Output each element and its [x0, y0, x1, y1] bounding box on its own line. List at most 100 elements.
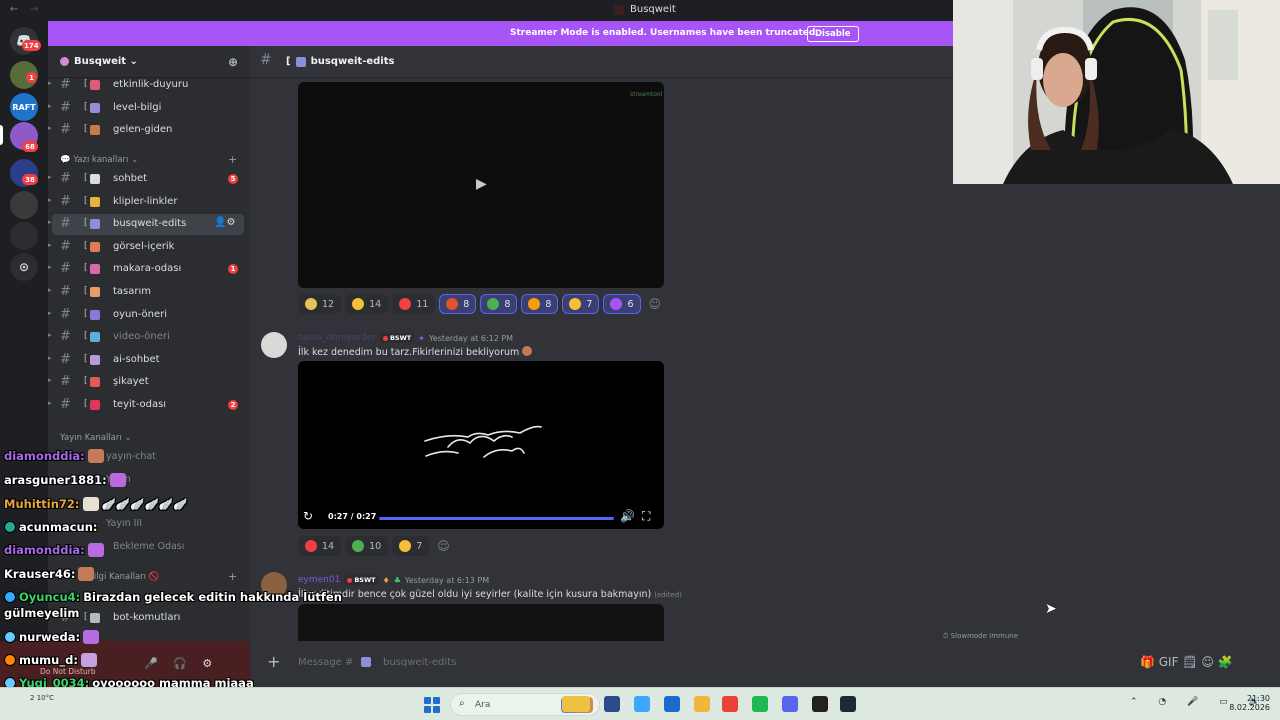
chat-text: 🪽🪽🪽🪽🪽🪽 [101, 497, 188, 511]
reaction-chip[interactable]: 10 [345, 536, 389, 556]
replay-icon[interactable]: ↻ [303, 509, 313, 523]
server-icon-steam[interactable] [10, 191, 38, 219]
volume-icon[interactable]: 🔊 [620, 509, 635, 523]
taskbar-app-icon[interactable] [752, 696, 768, 712]
message-meta: eymen01 BSWT ♦ ♣ Yesterday at 6:13 PM [298, 575, 489, 585]
chat-username: Muhittin72: [4, 497, 80, 511]
category-other-channels[interactable]: Bilgi Kanalları 🚫 + [88, 570, 237, 583]
play-icon[interactable]: ▶ [476, 176, 487, 192]
collapse-arrow-icon: ▸ [48, 376, 52, 385]
channel-emoji-icon [90, 309, 100, 320]
channel-item[interactable]: ▸ #[busqweit-edits 👤⚙ [48, 214, 244, 236]
channel-item[interactable]: ▸ #[klipler-linkler [48, 192, 250, 213]
message-input[interactable]: Message # [298, 657, 353, 668]
windows-start-icon[interactable] [424, 697, 440, 713]
voice-controls[interactable]: 🎤 🎧 ⚙ [144, 657, 218, 670]
channel-item[interactable]: ▸ #[makara-odası 1 [48, 259, 250, 280]
channel-emoji-icon [295, 56, 306, 67]
hash-icon: # [60, 329, 71, 345]
reaction-chip[interactable]: 8 [480, 294, 518, 314]
discover-icon[interactable]: ⊙ [10, 253, 38, 281]
channel-item[interactable]: ▸ #[oyun-öneri [48, 305, 250, 326]
channel-item[interactable]: ▸ #[görsel-içerik [48, 237, 250, 258]
taskbar-app-icon[interactable] [722, 696, 738, 712]
reaction-chip[interactable]: 11 [392, 294, 436, 314]
reaction-chip[interactable]: 6 [603, 294, 641, 314]
voice-channel[interactable]: Yayın III [106, 518, 142, 529]
server-icon [614, 4, 624, 15]
taskbar-app-icon[interactable] [634, 696, 650, 712]
stream-chat-message: arasguner1881: [4, 473, 126, 487]
banner-text: Streamer Mode is enabled. Usernames have… [510, 28, 819, 38]
unread-badge: 2 [228, 400, 238, 410]
chat-username: Oyuncu4: [19, 590, 81, 604]
reaction-count: 14 [369, 298, 382, 310]
voice-channel[interactable]: Bekleme Odası [113, 541, 184, 552]
chat-username: arasguner1881: [4, 473, 107, 487]
video-progress-bar[interactable] [379, 517, 614, 520]
add-channel-icon[interactable]: + [228, 570, 237, 583]
taskbar-app-icon[interactable] [604, 696, 620, 712]
channel-item[interactable]: ▸ #[ai-sohbet [48, 350, 250, 371]
reaction-chip[interactable]: 14 [345, 294, 389, 314]
reaction-chip[interactable]: 8 [439, 294, 477, 314]
channel-item[interactable]: ▸ #[tasarım [48, 282, 250, 303]
video-embed[interactable] [298, 604, 664, 641]
stream-chat-message: diamonddia: [4, 543, 104, 557]
reaction-chip[interactable]: 7 [562, 294, 600, 314]
reaction-chip[interactable]: 12 [298, 294, 342, 314]
channel-item[interactable]: ▸ #[şikayet [48, 372, 250, 393]
attach-plus-icon[interactable]: + [267, 652, 280, 671]
collapse-arrow-icon: ▸ [48, 399, 52, 407]
voice-channel[interactable]: yayın-chat [106, 451, 156, 462]
category-text-channels[interactable]: 💬 Yazı kanalları ⌄ + [60, 153, 237, 166]
stream-chat-message: Krauser46: [4, 567, 95, 581]
taskbar-app-icon[interactable] [782, 696, 798, 712]
user-status: Do Not Disturb [40, 667, 96, 676]
reaction-emoji-icon [569, 298, 582, 310]
weather-widget[interactable]: 2 10°C [30, 694, 54, 702]
channel-item[interactable]: ▸ #[video-öneri [48, 327, 250, 348]
channel-item[interactable]: ▸ #[sohbet 5 [48, 169, 250, 190]
back-arrow-icon[interactable]: ← [10, 4, 18, 15]
channel-item[interactable]: ▸ #[teyit-odası 2 [48, 395, 250, 416]
username[interactable]: eymen01 [298, 575, 340, 585]
forward-arrow-icon[interactable]: → [30, 4, 38, 15]
clock[interactable]: 21:30 8.02.2026 [1228, 694, 1270, 712]
chat-username: nurweda: [19, 630, 81, 644]
reaction-chip[interactable]: 8 [521, 294, 559, 314]
selected-indicator [0, 125, 3, 145]
reaction-chip[interactable]: 7 [392, 536, 430, 556]
video-player[interactable]: ↻ 0:27 / 0:27 🔊 ⛶ [298, 361, 664, 529]
reaction-emoji-icon [352, 540, 365, 552]
raft-server-icon[interactable]: RAFT [10, 93, 38, 121]
fullscreen-icon[interactable]: ⛶ [642, 509, 650, 524]
add-reaction-icon[interactable]: ☺ [645, 294, 666, 314]
server-icon-grey[interactable] [10, 222, 38, 250]
composer-tools[interactable]: 🎁 GIF 🗒 ☺ 🧩 [1140, 655, 1233, 669]
category-voice-channels[interactable]: Yayın Kanalları ⌄ [60, 433, 132, 443]
taskbar-app-icon[interactable] [694, 696, 710, 712]
disable-button[interactable]: Disable [807, 26, 859, 42]
taskbar-app-icon[interactable] [812, 696, 828, 712]
taskbar-app-icon[interactable] [562, 696, 590, 712]
add-channel-icon[interactable]: + [228, 153, 237, 166]
channel-item[interactable]: ▸ #[level-bilgi [48, 98, 250, 119]
taskbar-app-icon[interactable] [664, 696, 680, 712]
channel-item[interactable]: ▸ #[etkinlik-duyuru [48, 75, 250, 96]
server-header[interactable]: Busqweit ⌄ ⊕ [48, 46, 250, 78]
message-input-channel[interactable]: busqweit-edits [383, 657, 456, 668]
collapse-arrow-icon: ▸ [48, 124, 52, 133]
person-add-icon[interactable]: ⊕ [228, 55, 238, 69]
channel-settings-icons[interactable]: 👤⚙ [214, 217, 235, 228]
taskbar-app-icon[interactable] [840, 696, 856, 712]
username[interactable]: tassu_ohmyorder [298, 333, 376, 343]
reaction-emoji-icon [487, 298, 500, 310]
video-embed[interactable]: streamtool ▶ [298, 82, 664, 288]
reaction-chip[interactable]: 14 [298, 536, 342, 556]
user-avatar[interactable] [261, 332, 287, 358]
add-reaction-icon[interactable]: ☺ [433, 536, 454, 556]
channel-item[interactable]: ▸ #[gelen-giden [48, 120, 250, 141]
chat-right-area [953, 184, 1280, 641]
hash-icon: # [60, 261, 71, 277]
